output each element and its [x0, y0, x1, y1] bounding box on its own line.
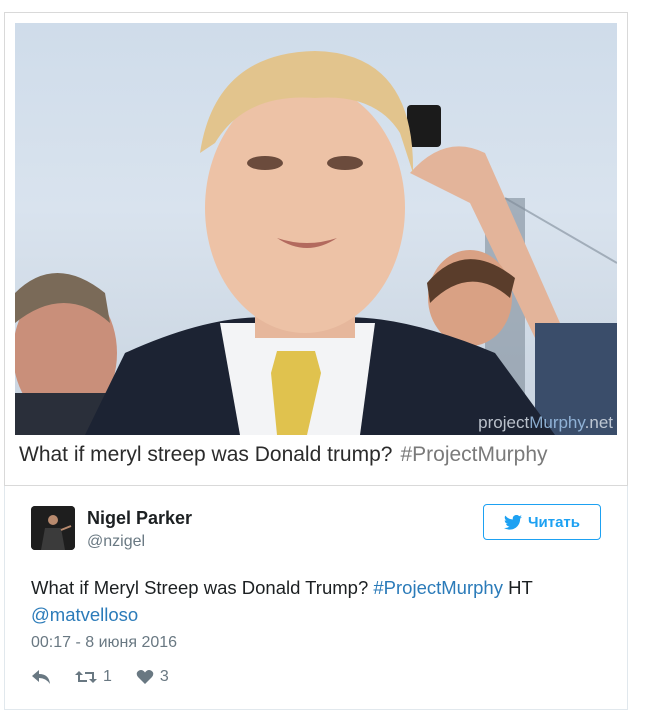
- retweet-button[interactable]: 1: [75, 668, 112, 686]
- meme-photo[interactable]: projectMurphy.net: [15, 23, 617, 435]
- twitter-bird-icon: [503, 514, 522, 530]
- like-button[interactable]: 3: [136, 668, 169, 686]
- watermark: projectMurphy.net: [478, 413, 613, 432]
- author-name[interactable]: Nigel Parker: [87, 508, 192, 529]
- tweet-actions: 1 3: [31, 668, 193, 686]
- avatar[interactable]: [31, 506, 75, 550]
- heart-icon: [136, 670, 154, 684]
- follow-button[interactable]: Читать: [483, 504, 601, 540]
- retweet-count: 1: [103, 668, 112, 685]
- tweet-text: What if Meryl Streep was Donald Trump? #…: [31, 574, 611, 628]
- caption-text: What if meryl streep was Donald trump?: [19, 443, 393, 466]
- caption-hashtag: #ProjectMurphy: [400, 443, 548, 466]
- tweet-text-main: What if Meryl Streep was Donald Trump?: [31, 577, 369, 598]
- reply-button[interactable]: [31, 669, 51, 685]
- meme-illustration: [15, 51, 617, 435]
- like-count: 3: [159, 668, 169, 685]
- tweet-timestamp[interactable]: 00:17 - 8 июня 2016: [31, 634, 177, 652]
- tweet-card: Nigel Parker @nzigel Читать What if Mery…: [4, 486, 628, 710]
- media-card: projectMurphy.net What if meryl streep w…: [4, 12, 628, 486]
- hashtag-link[interactable]: #ProjectMurphy: [373, 577, 503, 598]
- author-handle[interactable]: @nzigel: [87, 533, 145, 551]
- retweet-icon: [75, 671, 97, 683]
- mention-link[interactable]: @matvelloso: [31, 604, 138, 625]
- tweet-text-ht: HT: [508, 577, 533, 598]
- follow-label: Читать: [527, 513, 581, 531]
- avatar-image: [31, 506, 75, 550]
- reply-icon: [32, 670, 50, 684]
- image-caption: What if meryl streep was Donald trump? #P…: [19, 443, 548, 467]
